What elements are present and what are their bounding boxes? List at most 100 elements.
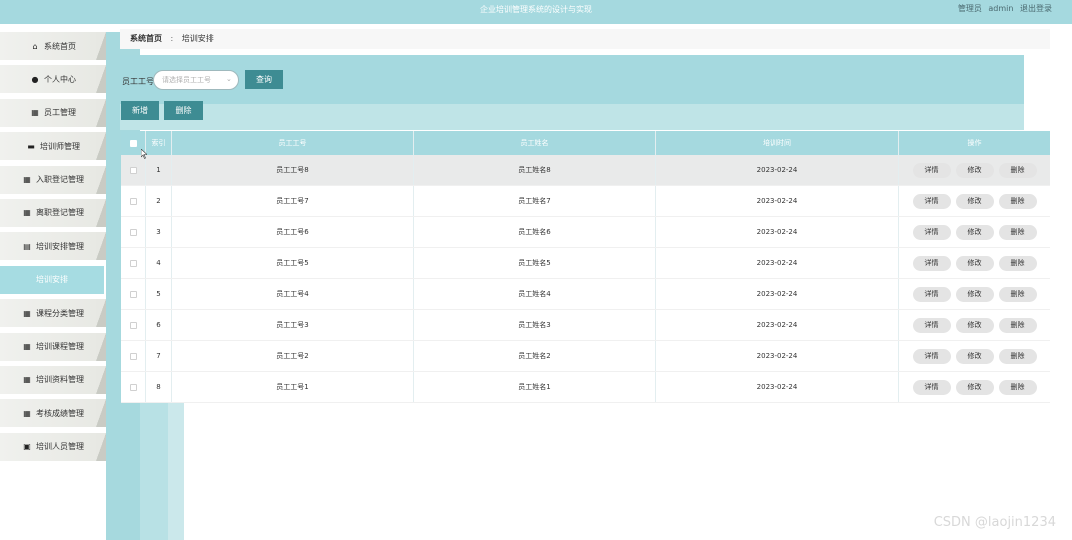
table-row: 6 员工工号3 员工姓名3 2023-02-24 详情 修改 删除: [121, 310, 1050, 341]
chevron-down-icon: ⌄: [226, 75, 232, 83]
cell-index: 7: [146, 341, 172, 371]
detail-button[interactable]: 详情: [912, 317, 951, 333]
sidebar-item-9[interactable]: ▦ 培训课程管理: [0, 332, 106, 361]
detail-button[interactable]: 详情: [912, 379, 951, 395]
cell-index: 8: [146, 372, 172, 402]
sidebar-item-8[interactable]: ▦ 课程分类管理: [0, 299, 106, 328]
edit-button[interactable]: 修改: [955, 255, 994, 271]
delete-button[interactable]: 删除: [998, 224, 1037, 240]
row-checkbox[interactable]: [129, 383, 137, 391]
grid-icon: ▦: [23, 408, 31, 418]
sidebar-item-10[interactable]: ▦ 培训资料管理: [0, 365, 106, 394]
sidebar-item-label: 离职登记管理: [36, 208, 84, 218]
row-checkbox[interactable]: [129, 321, 137, 329]
header-emp-name: 员工姓名: [414, 131, 656, 155]
edit-button[interactable]: 修改: [955, 348, 994, 364]
home-icon: ⌂: [32, 41, 38, 51]
cell-emp-no: 员工工号5: [172, 248, 414, 278]
select-all-checkbox[interactable]: [129, 139, 137, 147]
row-checkbox[interactable]: [129, 352, 137, 360]
training-schedule-table: 索引 员工工号 员工姓名 培训时间 操作 1 员工工号8 员工姓名8 2023-02-…: [121, 131, 1050, 403]
row-checkbox[interactable]: [129, 197, 137, 205]
cell-emp-name: 员工姓名4: [414, 279, 656, 309]
row-checkbox[interactable]: [129, 290, 137, 298]
cell-ops: 详情 修改 删除: [899, 155, 1050, 185]
mouse-cursor-icon: [141, 149, 147, 159]
detail-button[interactable]: 详情: [912, 348, 951, 364]
sidebar-item-12[interactable]: ▣ 培训人员管理: [0, 432, 106, 461]
row-checkbox[interactable]: [129, 228, 137, 236]
sidebar-item-11[interactable]: ▦ 考核成绩管理: [0, 399, 106, 428]
detail-button[interactable]: 详情: [912, 162, 951, 178]
table-row: 4 员工工号5 员工姓名5 2023-02-24 详情 修改 删除: [121, 248, 1050, 279]
sidebar-item-7[interactable]: 培训安排: [0, 265, 104, 294]
table-row: 8 员工工号1 员工姓名1 2023-02-24 详情 修改 删除: [121, 372, 1050, 403]
row-select-cell: [121, 186, 146, 216]
sidebar-item-4[interactable]: ▦ 入职登记管理: [0, 165, 106, 194]
sidebar-item-6[interactable]: ▤ 培训安排管理: [0, 232, 106, 261]
cell-date: 2023-02-24: [656, 372, 899, 402]
table-row: 2 员工工号7 员工姓名7 2023-02-24 详情 修改 删除: [121, 186, 1050, 217]
table-body: 1 员工工号8 员工姓名8 2023-02-24 详情 修改 删除 2 员工工号7 员工姓名7 20…: [121, 155, 1050, 403]
detail-button[interactable]: 详情: [912, 224, 951, 240]
cell-emp-name: 员工姓名1: [414, 372, 656, 402]
edit-button[interactable]: 修改: [955, 162, 994, 178]
edit-button[interactable]: 修改: [955, 317, 994, 333]
sidebar-item-0[interactable]: ⌂ 系统首页: [0, 32, 106, 60]
row-select-cell: [121, 155, 146, 185]
cell-emp-no: 员工工号8: [172, 155, 414, 185]
logout-link[interactable]: 退出登录: [1020, 4, 1052, 13]
cell-ops: 详情 修改 删除: [899, 248, 1050, 278]
cell-emp-name: 员工姓名2: [414, 341, 656, 371]
delete-button[interactable]: 删除: [998, 379, 1037, 395]
delete-button[interactable]: 删除: [998, 255, 1037, 271]
header-index: 索引: [146, 131, 172, 155]
delete-button[interactable]: 删除: [998, 193, 1037, 209]
add-button[interactable]: 新增: [121, 101, 159, 120]
cell-emp-name: 员工姓名3: [414, 310, 656, 340]
row-checkbox[interactable]: [129, 259, 137, 267]
breadcrumb: 系统首页 : 培训安排: [120, 29, 1050, 49]
table-row: 1 员工工号8 员工姓名8 2023-02-24 详情 修改 删除: [121, 155, 1050, 186]
sidebar-item-5[interactable]: ▦ 离职登记管理: [0, 198, 106, 227]
detail-button[interactable]: 详情: [912, 193, 951, 209]
cell-date: 2023-02-24: [656, 155, 899, 185]
cell-emp-no: 员工工号4: [172, 279, 414, 309]
detail-button[interactable]: 详情: [912, 255, 951, 271]
top-bar: 企业培训管理系统的设计与实现 管理员 admin 退出登录: [0, 0, 1072, 24]
breadcrumb-home[interactable]: 系统首页: [130, 34, 162, 43]
header-ops: 操作: [967, 139, 982, 147]
edit-button[interactable]: 修改: [955, 224, 994, 240]
edit-button[interactable]: 修改: [955, 379, 994, 395]
sidebar-item-label: 培训安排管理: [36, 241, 84, 251]
sidebar-item-2[interactable]: ▦ 员工管理: [0, 98, 106, 127]
cell-ops: 详情 修改 删除: [899, 279, 1050, 309]
delete-button[interactable]: 删除: [998, 286, 1037, 302]
edit-button[interactable]: 修改: [955, 193, 994, 209]
sidebar-item-label: 培训资料管理: [36, 375, 84, 385]
user-info: 管理员 admin 退出登录: [954, 0, 1052, 18]
sidebar-item-label: 入职登记管理: [36, 175, 84, 185]
delete-button[interactable]: 删除: [998, 348, 1037, 364]
sidebar-item-3[interactable]: ▬ 培训师管理: [0, 132, 106, 161]
cell-emp-name: 员工姓名6: [414, 217, 656, 247]
batch-delete-button[interactable]: 删除: [164, 101, 203, 120]
query-button[interactable]: 查询: [245, 70, 283, 89]
row-checkbox[interactable]: [129, 166, 137, 174]
user-role: 管理员: [957, 4, 982, 13]
grid-icon: ▦: [23, 175, 31, 185]
edit-button[interactable]: 修改: [955, 286, 994, 302]
cell-index: 5: [146, 279, 172, 309]
doc-icon: ▤: [23, 241, 31, 251]
sidebar-item-1[interactable]: ● 个人中心: [0, 65, 106, 94]
cell-ops: 详情 修改 删除: [899, 310, 1050, 340]
delete-button[interactable]: 删除: [998, 162, 1037, 178]
cell-index: 6: [146, 310, 172, 340]
detail-button[interactable]: 详情: [912, 286, 951, 302]
table-header: 索引 员工工号 员工姓名 培训时间 操作: [121, 131, 1050, 155]
delete-button[interactable]: 删除: [998, 317, 1037, 333]
table-row: 7 员工工号2 员工姓名2 2023-02-24 详情 修改 删除: [121, 341, 1050, 372]
cell-ops: 详情 修改 删除: [899, 341, 1050, 371]
cell-emp-no: 员工工号1: [172, 372, 414, 402]
cell-emp-name: 员工姓名7: [414, 186, 656, 216]
